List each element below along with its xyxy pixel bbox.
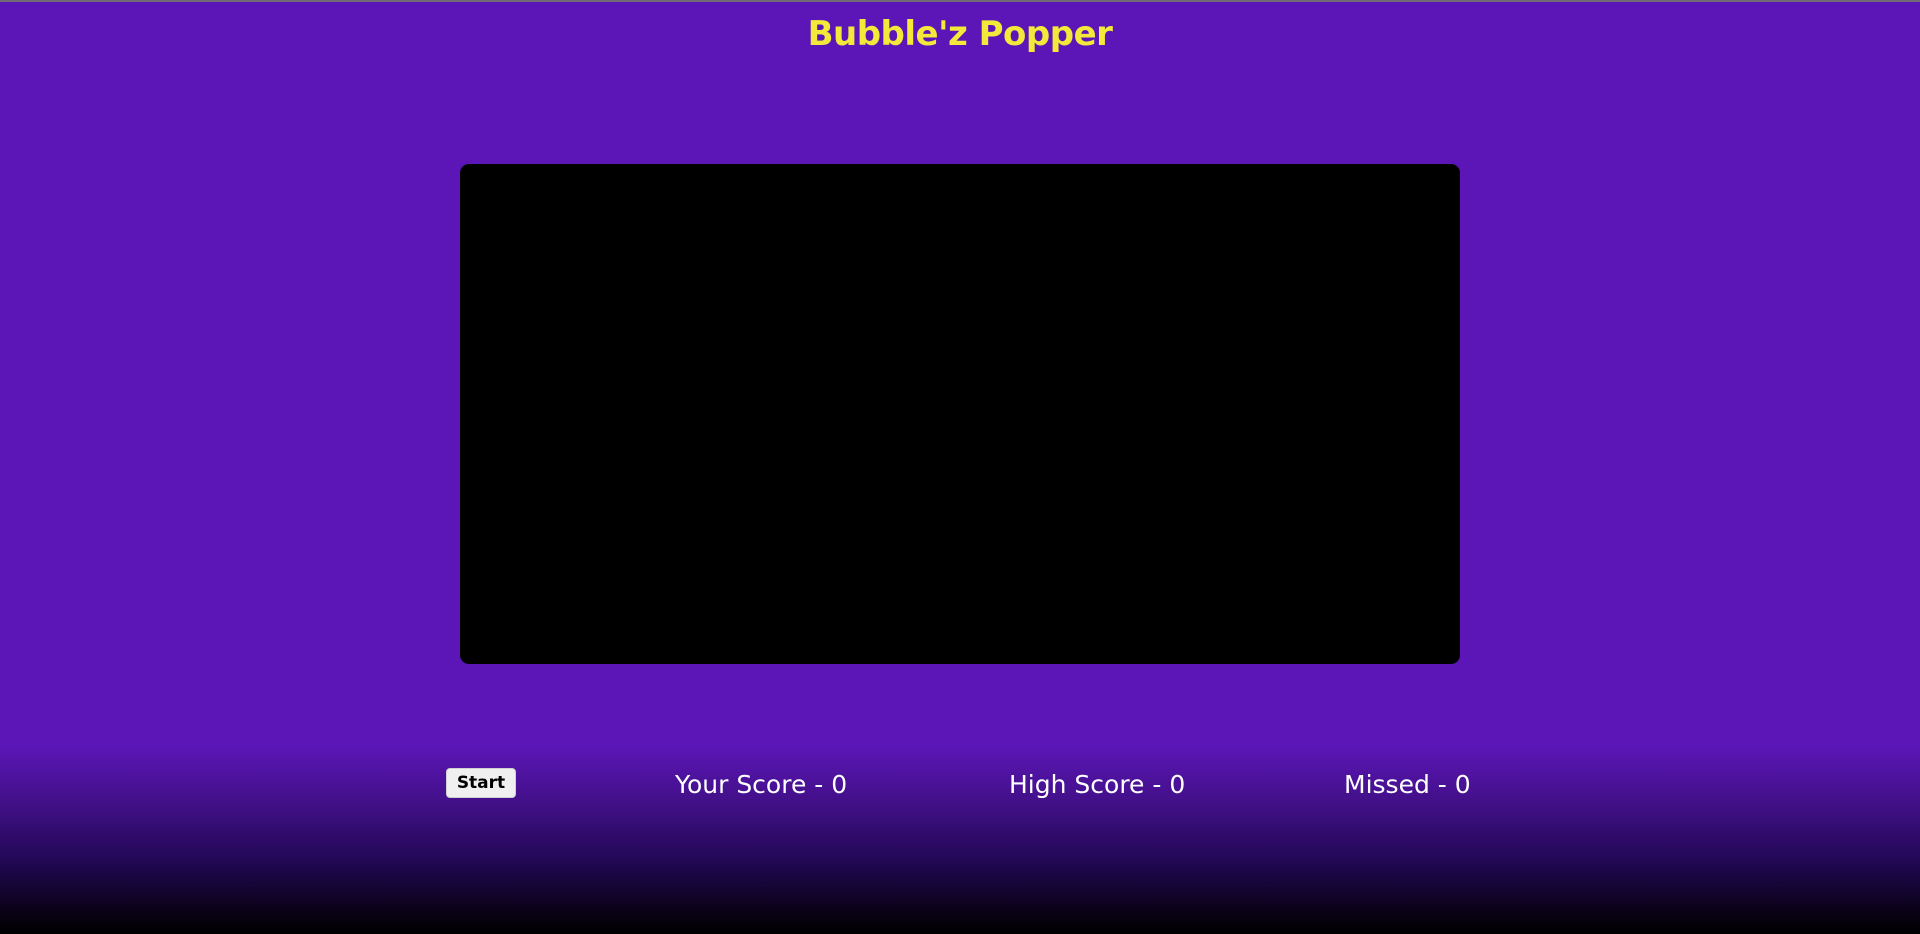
game-area[interactable] [460, 164, 1460, 664]
start-button[interactable]: Start [446, 768, 516, 798]
top-border [0, 0, 1920, 2]
your-score-display: Your Score - 0 [675, 770, 848, 799]
game-title: Bubble'z Popper [807, 14, 1113, 54]
missed-display: Missed - 0 [1344, 770, 1471, 799]
high-score-display: High Score - 0 [1009, 770, 1186, 799]
